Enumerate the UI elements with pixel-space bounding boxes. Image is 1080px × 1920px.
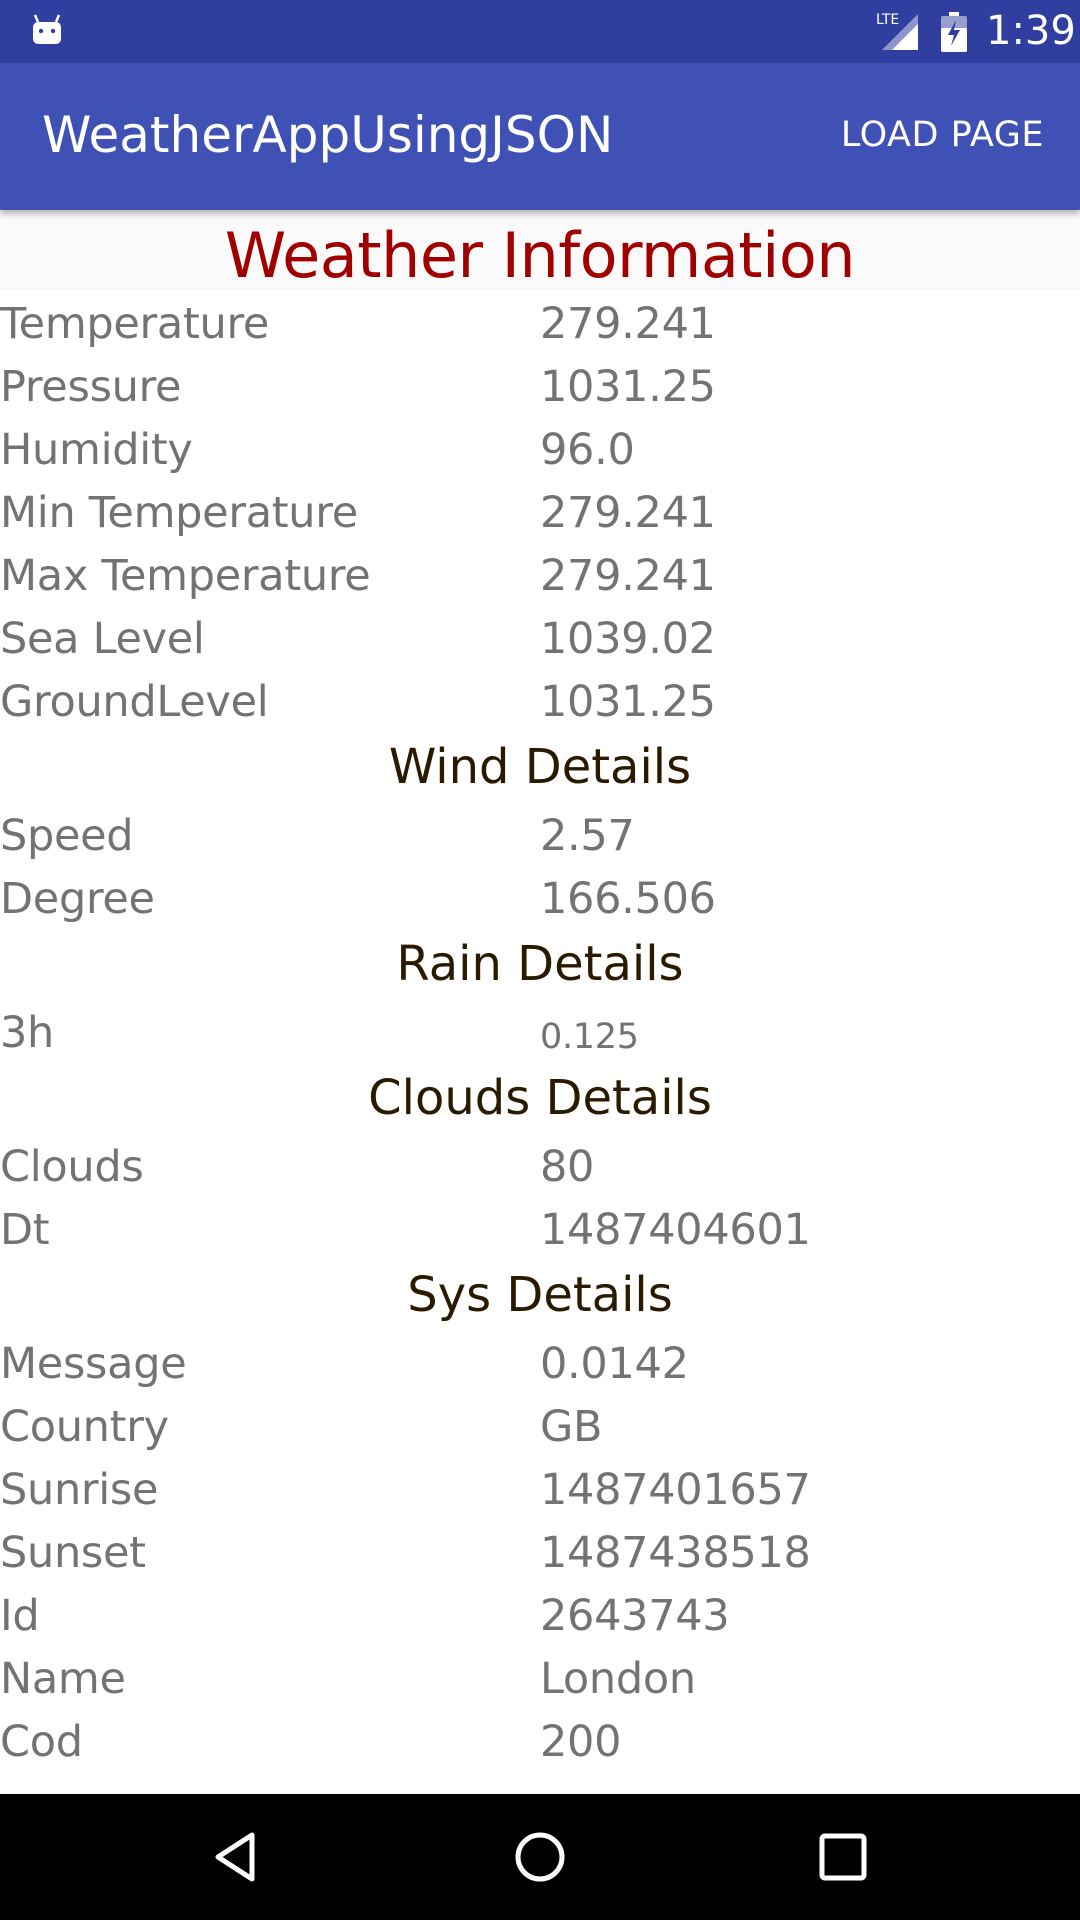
row-value: 80 [540,1142,595,1192]
row-value: 2643743 [540,1591,730,1641]
row-message: Message 0.0142 [0,1333,1080,1396]
row-value: 1031.25 [540,362,716,412]
android-icon [33,14,61,44]
weather-details-scroll[interactable]: Main Details Temperature 279.241 Pressur… [0,290,1080,1794]
row-pressure: Pressure 1031.25 [0,356,1080,419]
section-heading-clouds: Clouds Details [368,1070,712,1126]
row-label: Clouds [0,1142,144,1192]
row-label: Message [0,1339,187,1389]
row-label: 3h [0,1008,55,1058]
row-value: 1039.02 [540,614,716,664]
row-label: Temperature [0,299,270,349]
row-label: Country [0,1402,169,1452]
app-title: WeatherAppUsingJSON [42,106,614,164]
status-clock: 1:39 [986,8,1076,54]
row-min-temperature: Min Temperature 279.241 [0,482,1080,545]
row-sunset: Sunset 1487438518 [0,1522,1080,1585]
row-label: Degree [0,874,155,924]
row-label: Cod [0,1717,83,1767]
row-value: 1031.25 [540,677,716,727]
row-value: GB [540,1402,603,1452]
row-value: London [540,1654,696,1704]
row-degree: Degree 166.506 [0,868,1080,931]
row-sea-level: Sea Level 1039.02 [0,608,1080,671]
back-icon[interactable] [208,1827,268,1887]
page-heading: Weather Information [224,219,856,290]
row-label: Dt [0,1205,50,1255]
section-heading-sys: Sys Details [407,1267,673,1323]
row-value: 1487438518 [540,1528,811,1578]
row-label: Sea Level [0,614,205,664]
row-label: Min Temperature [0,488,358,538]
row-label: Pressure [0,362,182,412]
row-value: 0.0142 [540,1339,689,1389]
row-label: Humidity [0,425,193,475]
row-label: Max Temperature [0,551,371,601]
row-sunrise: Sunrise 1487401657 [0,1459,1080,1522]
row-value: 1487401657 [540,1465,811,1515]
row-clouds: Clouds 80 [0,1136,1080,1199]
row-value: 96.0 [540,425,635,475]
row-value: 166.506 [540,874,716,924]
row-label: Name [0,1654,126,1704]
row-label: Id [0,1591,40,1641]
recents-icon[interactable] [813,1827,873,1887]
row-value: 279.241 [540,551,716,601]
row-dt: Dt 1487404601 [0,1199,1080,1262]
row-value: 279.241 [540,299,716,349]
row-temperature: Temperature 279.241 [0,293,1080,356]
lte-signal-icon: LTE [876,12,918,50]
row-label: GroundLevel [0,677,269,727]
row-3h: 3h 0.125 [0,1002,1080,1065]
row-value: 200 [540,1717,622,1767]
heading-bar: Weather Information [0,210,1080,290]
section-heading-wind: Wind Details [388,739,692,795]
home-icon[interactable] [510,1827,570,1887]
row-value: 0.125 [540,1017,639,1057]
svg-text:LTE: LTE [876,12,899,28]
row-label: Sunset [0,1528,146,1578]
row-label: Speed [0,811,134,861]
row-value: 279.241 [540,488,716,538]
app-bar: WeatherAppUsingJSON LOAD PAGE [0,63,1080,210]
row-value: 1487404601 [540,1205,811,1255]
row-max-temperature: Max Temperature 279.241 [0,545,1080,608]
section-heading-rain: Rain Details [396,936,684,992]
battery-charging-icon [941,12,967,52]
row-cod: Cod 200 [0,1711,1080,1774]
status-bar: LTE 1:39 [0,0,1080,63]
row-id: Id 2643743 [0,1585,1080,1648]
row-speed: Speed 2.57 [0,805,1080,868]
row-humidity: Humidity 96.0 [0,419,1080,482]
row-ground-level: GroundLevel 1031.25 [0,671,1080,734]
load-page-button[interactable]: LOAD PAGE [835,107,1050,163]
navigation-bar [0,1794,1080,1920]
row-label: Sunrise [0,1465,159,1515]
row-value: 2.57 [540,811,635,861]
row-name: Name London [0,1648,1080,1711]
row-country: Country GB [0,1396,1080,1459]
